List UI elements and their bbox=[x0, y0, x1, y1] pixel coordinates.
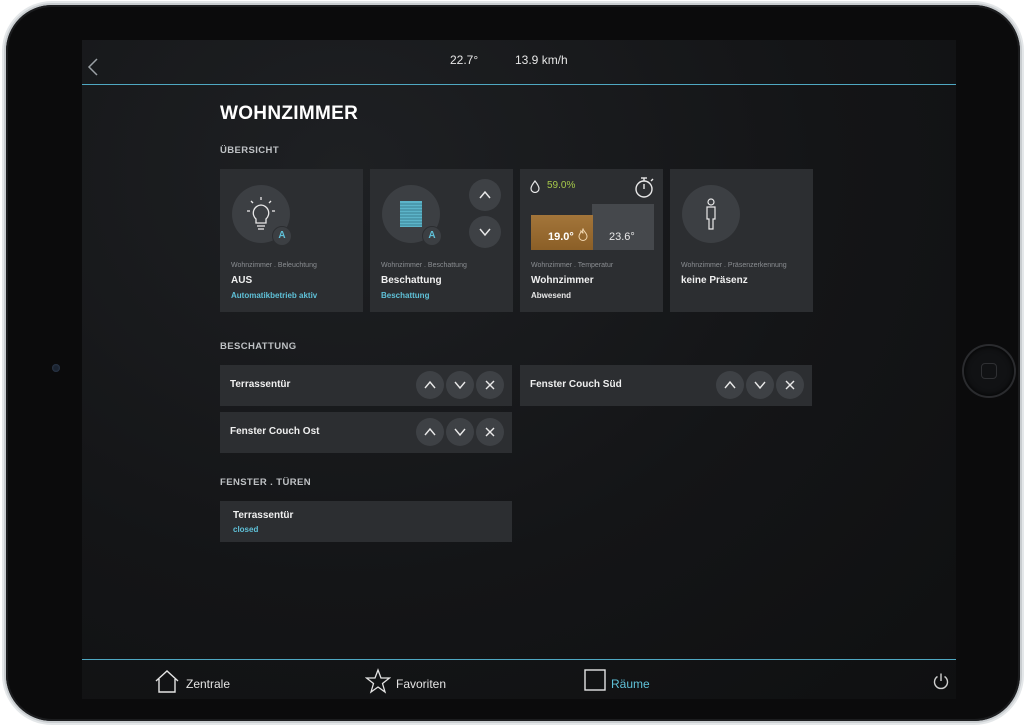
bottom-nav: Zentrale Favoriten Räume bbox=[82, 659, 956, 699]
shade-name: Terrassentür bbox=[230, 379, 291, 390]
humidity-value: 59.0% bbox=[547, 180, 576, 191]
current-temperature-bar bbox=[592, 204, 654, 250]
shade-stop-button[interactable] bbox=[476, 371, 504, 399]
wind-speed: 13.9 km/h bbox=[515, 53, 568, 67]
back-icon[interactable] bbox=[86, 57, 100, 77]
shade-down-button[interactable] bbox=[446, 371, 474, 399]
power-icon[interactable] bbox=[932, 672, 950, 690]
temperature-tile[interactable]: 59.0% 19.0° 23.6° Wohnzimmer . Temperatu… bbox=[520, 169, 663, 312]
droplet-icon bbox=[530, 180, 540, 193]
timer-icon[interactable] bbox=[633, 175, 655, 199]
shade-stop-button[interactable] bbox=[776, 371, 804, 399]
setpoint-temperature: 19.0° bbox=[548, 231, 574, 243]
shade-up-button[interactable] bbox=[416, 418, 444, 446]
lighting-tile[interactable]: A Wohnzimmer . Beleuchtung AUS Automatik… bbox=[220, 169, 363, 312]
nav-central[interactable]: Zentrale bbox=[154, 660, 234, 699]
tile-category: Wohnzimmer . Präsenzerkennung bbox=[681, 262, 787, 269]
nav-rooms[interactable]: Räume bbox=[584, 660, 664, 699]
section-overview-label: ÜBERSICHT bbox=[220, 145, 280, 156]
shade-down-button[interactable] bbox=[469, 216, 501, 248]
nav-label: Zentrale bbox=[186, 677, 231, 691]
home-button[interactable] bbox=[964, 346, 1014, 396]
tablet-frame: 22.7° 13.9 km/h WOHNZIMMER ÜBERSICHT A W… bbox=[6, 5, 1020, 721]
front-camera bbox=[52, 364, 60, 372]
shade-up-button[interactable] bbox=[716, 371, 744, 399]
door-name: Terrassentür bbox=[233, 510, 294, 521]
shade-stop-button[interactable] bbox=[476, 418, 504, 446]
tile-value: AUS bbox=[231, 275, 253, 286]
nav-label: Favoriten bbox=[396, 677, 447, 691]
door-state: closed bbox=[233, 525, 259, 534]
shade-up-button[interactable] bbox=[469, 179, 501, 211]
shade-row: Fenster Couch Süd bbox=[520, 365, 812, 406]
tile-status: Abwesend bbox=[531, 291, 572, 300]
tile-value: Wohnzimmer bbox=[531, 275, 594, 286]
tile-category: Wohnzimmer . Beleuchtung bbox=[231, 262, 317, 269]
current-temperature: 23.6° bbox=[609, 231, 635, 243]
auto-mode-badge: A bbox=[272, 226, 292, 246]
flame-icon bbox=[578, 228, 588, 241]
shade-name: Fenster Couch Ost bbox=[230, 426, 320, 437]
home-icon bbox=[155, 670, 179, 693]
door-row[interactable]: Terrassentür closed bbox=[220, 501, 512, 542]
shade-down-button[interactable] bbox=[746, 371, 774, 399]
shading-tile[interactable]: A Wohnzimmer . Beschattung Beschattung B… bbox=[370, 169, 513, 312]
shade-row: Fenster Couch Ost bbox=[220, 412, 512, 453]
tile-value: Beschattung bbox=[381, 275, 442, 286]
tile-status: Automatikbetrieb aktiv bbox=[231, 291, 318, 300]
star-icon bbox=[365, 668, 391, 694]
top-bar: 22.7° 13.9 km/h bbox=[82, 40, 956, 85]
shade-name: Fenster Couch Süd bbox=[530, 379, 622, 390]
nav-favorites[interactable]: Favoriten bbox=[365, 660, 455, 699]
tile-category: Wohnzimmer . Beschattung bbox=[381, 262, 467, 269]
shade-up-button[interactable] bbox=[416, 371, 444, 399]
shade-down-button[interactable] bbox=[446, 418, 474, 446]
presence-tile[interactable]: Wohnzimmer . Präsenzerkennung keine Präs… bbox=[670, 169, 813, 312]
shade-row: Terrassentür bbox=[220, 365, 512, 406]
section-shading-label: BESCHATTUNG bbox=[220, 341, 297, 352]
app-screen: 22.7° 13.9 km/h WOHNZIMMER ÜBERSICHT A W… bbox=[82, 40, 956, 699]
tile-status: Beschattung bbox=[381, 291, 430, 300]
person-icon bbox=[682, 185, 740, 243]
outside-temperature: 22.7° bbox=[450, 53, 479, 67]
tile-value: keine Präsenz bbox=[681, 275, 748, 286]
room-icon bbox=[584, 669, 606, 691]
page-title: WOHNZIMMER bbox=[220, 103, 359, 124]
tile-category: Wohnzimmer . Temperatur bbox=[531, 262, 614, 269]
nav-label: Räume bbox=[611, 677, 650, 691]
section-windows-doors-label: FENSTER . TÜREN bbox=[220, 477, 311, 488]
auto-mode-badge: A bbox=[422, 226, 442, 246]
